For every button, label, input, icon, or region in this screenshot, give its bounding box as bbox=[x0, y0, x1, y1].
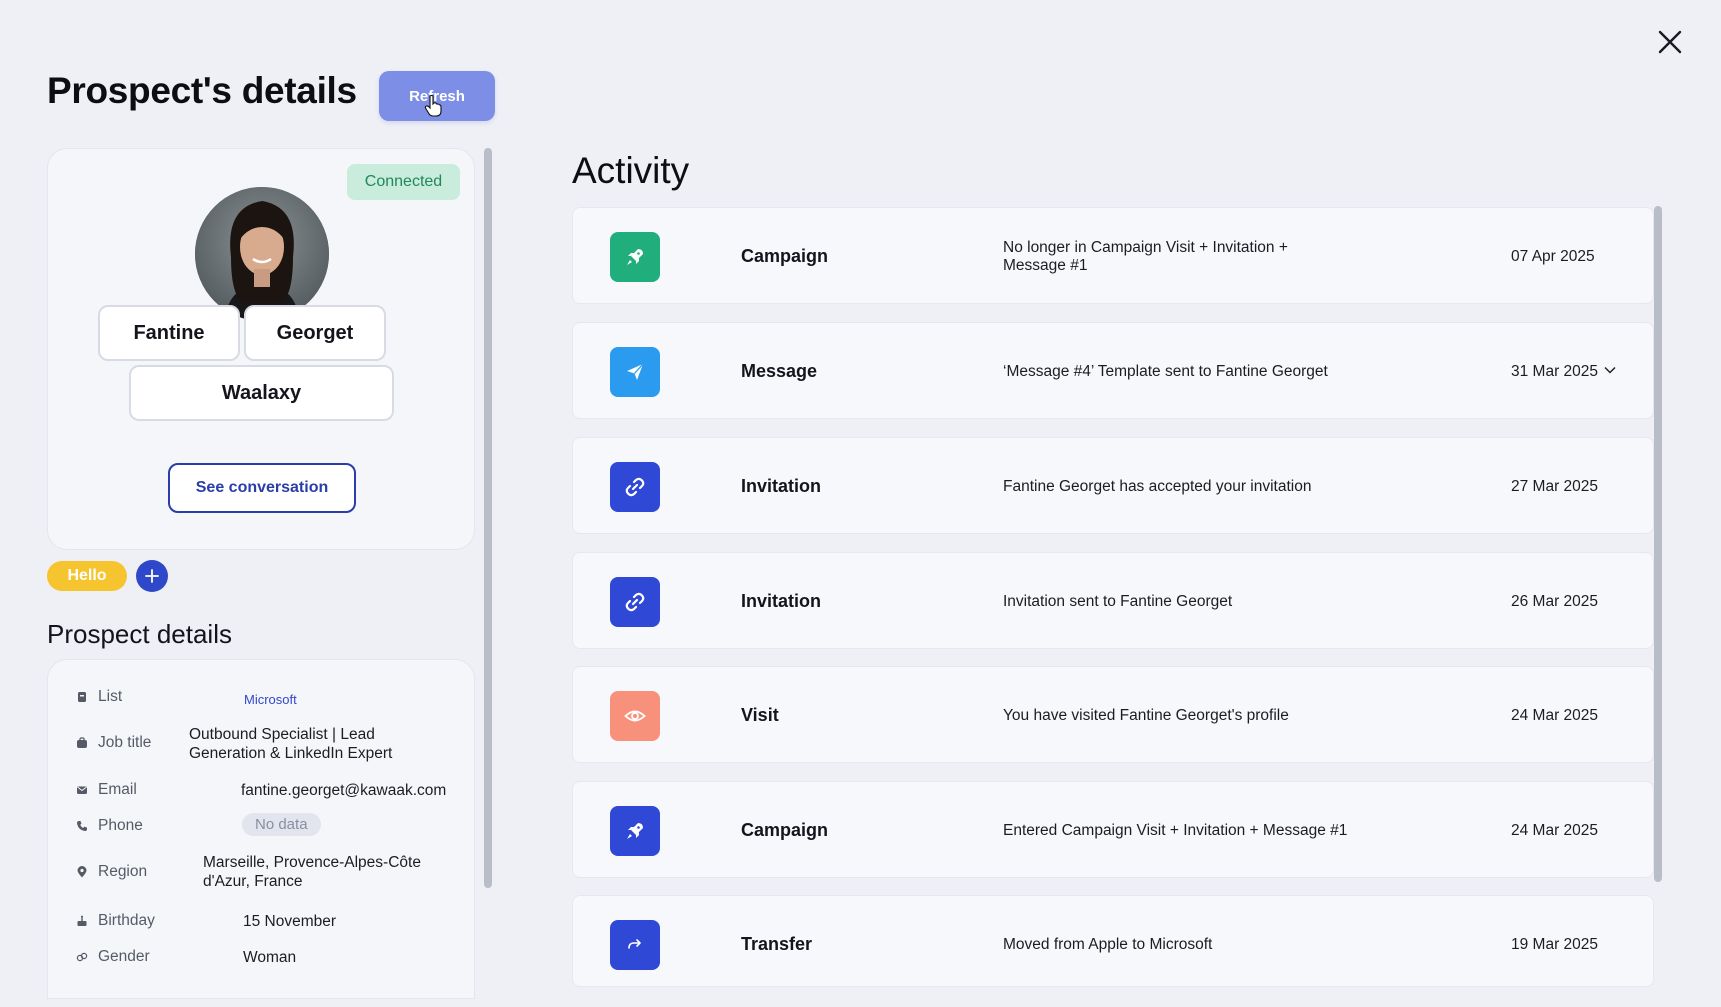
detail-label-region: Region bbox=[98, 863, 148, 880]
avatar bbox=[195, 187, 329, 321]
cake-icon bbox=[77, 915, 87, 926]
activity-icon-badge bbox=[610, 920, 660, 970]
activity-description: You have visited Fantine Georget's profi… bbox=[1003, 706, 1289, 724]
activity-row[interactable]: Message ‘Message #4’ Template sent to Fa… bbox=[572, 322, 1654, 419]
activity-type: Message bbox=[741, 361, 818, 381]
rocket-icon bbox=[627, 249, 643, 265]
activity-date: 24 Mar 2025 bbox=[1511, 821, 1599, 839]
activity-type: Invitation bbox=[741, 476, 821, 496]
activity-row[interactable]: Campaign No longer in Campaign Visit + I… bbox=[572, 207, 1654, 304]
profile-card: Connected Fantine Georget Waalaxy See co… bbox=[47, 148, 475, 550]
activity-date: 24 Mar 2025 bbox=[1511, 706, 1599, 724]
company-field[interactable]: Waalaxy bbox=[129, 365, 394, 421]
activity-date: 26 Mar 2025 bbox=[1511, 592, 1599, 610]
activity-type: Campaign bbox=[741, 820, 829, 840]
hand-cursor-icon bbox=[424, 95, 442, 117]
list-icon bbox=[78, 692, 86, 702]
first-name-field[interactable]: Fantine bbox=[98, 305, 240, 361]
see-conversation-button[interactable]: See conversation bbox=[168, 463, 356, 513]
job-title-value: Outbound Specialist | Lead Generation & … bbox=[189, 726, 393, 762]
activity-row[interactable]: Invitation Invitation sent to Fantine Ge… bbox=[572, 552, 1654, 649]
chevron-down-icon[interactable] bbox=[1603, 363, 1617, 377]
region-value: Marseille, Provence-Alpes-Côte d'Azur, F… bbox=[203, 854, 421, 890]
activity-type: Invitation bbox=[741, 591, 821, 611]
close-icon bbox=[1658, 30, 1682, 54]
activity-icon-badge bbox=[610, 691, 660, 741]
gender-value: Woman bbox=[243, 949, 297, 966]
activity-date: 07 Apr 2025 bbox=[1511, 247, 1595, 265]
pin-icon bbox=[77, 866, 87, 878]
list-link[interactable]: Microsoft bbox=[244, 690, 297, 709]
send-icon bbox=[627, 363, 644, 380]
plus-icon bbox=[145, 569, 159, 583]
link-icon bbox=[625, 592, 645, 612]
activity-type: Visit bbox=[741, 705, 779, 725]
activity-icon-badge bbox=[610, 232, 660, 282]
mail-icon bbox=[77, 786, 87, 794]
prospect-details-card: List Microsoft Job title Outbound Specia… bbox=[47, 659, 475, 999]
detail-label-phone: Phone bbox=[98, 817, 143, 834]
gender-icon bbox=[76, 952, 88, 962]
left-scrollbar[interactable] bbox=[484, 148, 492, 888]
rocket-icon bbox=[627, 823, 643, 839]
prospect-details-title: Prospect details bbox=[47, 619, 232, 649]
phone-icon bbox=[77, 821, 87, 831]
activity-description: Entered Campaign Visit + Invitation + Me… bbox=[1003, 821, 1348, 839]
add-tag-button[interactable] bbox=[136, 560, 168, 592]
activity-icon-badge bbox=[610, 347, 660, 397]
detail-label-email: Email bbox=[98, 781, 137, 798]
activity-row[interactable]: Visit You have visited Fantine Georget's… bbox=[572, 666, 1654, 763]
last-name-field[interactable]: Georget bbox=[244, 305, 386, 361]
activity-row[interactable]: Campaign Entered Campaign Visit + Invita… bbox=[572, 781, 1654, 878]
page-title: Prospect's details bbox=[47, 70, 357, 111]
activity-type: Transfer bbox=[741, 934, 813, 954]
email-value[interactable]: fantine.georget@kawaak.com bbox=[241, 781, 446, 800]
briefcase-icon bbox=[77, 737, 87, 748]
detail-label-birthday: Birthday bbox=[98, 912, 155, 929]
close-button[interactable] bbox=[1652, 24, 1688, 60]
activity-icon-badge bbox=[610, 577, 660, 627]
tag-hello[interactable]: Hello bbox=[47, 561, 127, 591]
activity-icon-badge bbox=[610, 806, 660, 856]
detail-label-list: List bbox=[98, 688, 123, 705]
activity-scrollbar[interactable] bbox=[1654, 206, 1662, 882]
activity-description: Fantine Georget has accepted your invita… bbox=[1003, 477, 1312, 495]
activity-title: Activity bbox=[572, 150, 690, 191]
detail-label-job-title: Job title bbox=[98, 734, 152, 751]
arrow-right-icon bbox=[628, 939, 641, 949]
activity-date: 19 Mar 2025 bbox=[1511, 935, 1599, 953]
activity-type: Campaign bbox=[741, 246, 829, 266]
activity-description: Moved from Apple to Microsoft bbox=[1003, 935, 1213, 953]
detail-label-gender: Gender bbox=[98, 948, 150, 965]
avatar-image bbox=[195, 187, 329, 321]
activity-description: ‘Message #4’ Template sent to Fantine Ge… bbox=[1003, 362, 1328, 380]
birthday-value: 15 November bbox=[243, 913, 337, 930]
activity-date: 31 Mar 2025 bbox=[1511, 362, 1599, 380]
activity-row[interactable]: Invitation Fantine Georget has accepted … bbox=[572, 437, 1654, 534]
activity-description: No longer in Campaign Visit + Invitation… bbox=[1003, 238, 1288, 274]
activity-row[interactable]: Transfer Moved from Apple to Microsoft 1… bbox=[572, 895, 1654, 987]
activity-date: 27 Mar 2025 bbox=[1511, 477, 1599, 495]
eye-icon bbox=[624, 710, 646, 722]
link-icon bbox=[625, 477, 645, 497]
activity-description: Invitation sent to Fantine Georget bbox=[1003, 592, 1233, 610]
phone-no-data-badge: No data bbox=[242, 813, 321, 836]
connection-status-badge: Connected bbox=[347, 164, 460, 200]
activity-icon-badge bbox=[610, 462, 660, 512]
